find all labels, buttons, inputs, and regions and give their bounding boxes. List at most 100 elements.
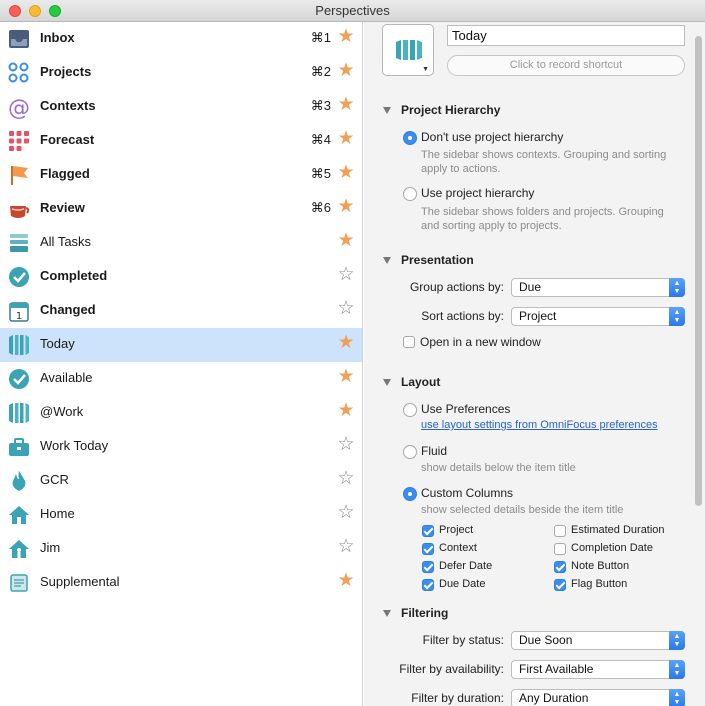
sidebar-item-label: Changed [40,302,96,317]
updown-arrows-icon: ▲ ▼ [669,307,685,326]
sidebar-item-inbox[interactable]: Inbox ⌘1 ★ [0,22,362,56]
star-icon[interactable]: ★ [336,231,356,251]
radio-fluid[interactable] [403,445,417,459]
star-icon[interactable]: ★ [336,61,356,81]
columns-icon [396,40,422,60]
inspector-scrollbar-thumb[interactable] [695,36,702,506]
radio-dont-use-hierarchy[interactable] [403,131,417,145]
star-icon[interactable]: ★ [336,163,356,183]
perspective-icon-picker[interactable]: ▼ [382,24,434,76]
disclosure-triangle-icon[interactable] [383,257,391,264]
sidebar-item-label: Projects [40,64,92,79]
open-new-window-checkbox[interactable] [403,336,415,348]
star-icon[interactable]: ★ [336,197,356,217]
sidebar-item-projects[interactable]: Projects ⌘2 ★ [0,56,362,90]
keyboard-shortcut: ⌘1 [310,30,331,45]
sidebar-item-contexts[interactable]: @ Contexts ⌘3 ★ [0,90,362,124]
star-icon[interactable]: ★ [336,367,356,387]
option-description: and sorting apply to projects. [421,220,562,232]
review-icon [10,206,30,218]
column-checkbox-estimated-duration[interactable] [554,525,566,537]
column-checkbox-label: Due Date [439,578,486,590]
sidebar-item-label: Contexts [40,98,96,113]
column-checkbox-flag-button[interactable] [554,579,566,591]
sidebar-item-completed[interactable]: Completed ☆ [0,260,362,294]
layout-preferences-link[interactable]: use layout settings from OmniFocus prefe… [421,419,658,431]
sidebar-item-review[interactable]: Review ⌘6 ★ [0,192,362,226]
star-icon[interactable]: ☆ [336,435,356,455]
column-checkbox-completion-date[interactable] [554,543,566,555]
sidebar-item-forecast[interactable]: Forecast ⌘4 ★ [0,124,362,158]
star-icon[interactable]: ☆ [336,503,356,523]
star-icon[interactable]: ☆ [336,469,356,489]
house-person-icon [9,540,29,558]
star-icon[interactable]: ★ [336,129,356,149]
option-label: Don't use project hierarchy [421,130,564,144]
radio-use-hierarchy[interactable] [403,187,417,201]
columns-icon [9,335,29,355]
group-by-select[interactable]: Due ▲ ▼ [511,278,685,297]
sidebar-item-gcr[interactable]: GCR ☆ [0,464,362,498]
section-title-filtering: Filtering [401,606,449,620]
sidebar-item-work[interactable]: @Work ★ [0,396,362,430]
column-checkbox-due-date[interactable] [422,579,434,591]
radio-custom-columns[interactable] [403,487,417,501]
radio-use-preferences[interactable] [403,403,417,417]
column-checkbox-context[interactable] [422,543,434,555]
projects-icon [8,62,29,83]
calendar-icon: 1 [9,302,29,322]
star-icon[interactable]: ★ [336,95,356,115]
column-checkbox-defer-date[interactable] [422,561,434,573]
checkmark-icon [9,369,29,389]
filter-duration-select[interactable]: Any Duration ▲ ▼ [511,689,685,706]
column-checkbox-label: Project [439,524,474,536]
sidebar-item-label: Inbox [40,30,75,45]
sidebar-item-label: Flagged [40,166,90,181]
star-icon[interactable]: ☆ [336,537,356,557]
sidebar-item-all-tasks[interactable]: All Tasks ★ [0,226,362,260]
perspectives-sidebar: Inbox ⌘1 ★ Projects ⌘2 ★ @ Contexts ⌘3 ★ Forecast ⌘… [0,22,363,706]
sort-by-select[interactable]: Project ▲ ▼ [511,307,685,326]
disclosure-triangle-icon[interactable] [383,610,391,617]
open-new-window-label: Open in a new window [420,335,541,349]
flag-icon [11,166,28,185]
sidebar-item-label: Available [40,370,93,385]
sidebar-item-jim[interactable]: Jim ☆ [0,532,362,566]
option-description: show selected details beside the item ti… [421,504,624,516]
keyboard-shortcut: ⌘2 [310,64,331,79]
perspective-name-field[interactable]: Today [447,25,685,46]
star-icon[interactable]: ☆ [336,299,356,319]
star-icon[interactable]: ★ [336,401,356,421]
title-bar: Perspectives [0,0,705,22]
record-shortcut-field[interactable]: Click to record shortcut [447,55,685,76]
filter-availability-label: Filter by availability: [399,662,504,676]
sidebar-item-supplemental[interactable]: Supplemental ★ [0,566,362,600]
sidebar-item-flagged[interactable]: Flagged ⌘5 ★ [0,158,362,192]
star-icon[interactable]: ★ [336,333,356,353]
sidebar-item-today[interactable]: Today ★ [0,328,362,362]
column-checkbox-note-button[interactable] [554,561,566,573]
column-checkbox-project[interactable] [422,525,434,537]
star-icon[interactable]: ★ [336,571,356,591]
sidebar-item-label: Home [40,506,75,521]
filter-status-select[interactable]: Due Soon ▲ ▼ [511,631,685,650]
filter-availability-select[interactable]: First Available ▲ ▼ [511,660,685,679]
svg-text:1: 1 [16,311,22,322]
sidebar-item-label: Today [40,336,75,351]
chevron-down-icon: ▼ [422,66,429,73]
star-icon[interactable]: ☆ [336,265,356,285]
option-label: Use project hierarchy [421,186,535,200]
column-checkbox-label: Defer Date [439,560,493,572]
sidebar-item-changed[interactable]: 1 Changed ☆ [0,294,362,328]
sidebar-item-available[interactable]: Available ★ [0,362,362,396]
option-description: apply to actions. [421,163,501,175]
sidebar-item-home[interactable]: Home ☆ [0,498,362,532]
filter-availability-value: First Available [519,662,594,676]
sidebar-item-work-today[interactable]: Work Today ☆ [0,430,362,464]
star-icon[interactable]: ★ [336,27,356,47]
forecast-icon [9,131,29,151]
disclosure-triangle-icon[interactable] [383,379,391,386]
house-icon [9,506,29,524]
disclosure-triangle-icon[interactable] [383,107,391,114]
filter-status-value: Due Soon [519,633,573,647]
